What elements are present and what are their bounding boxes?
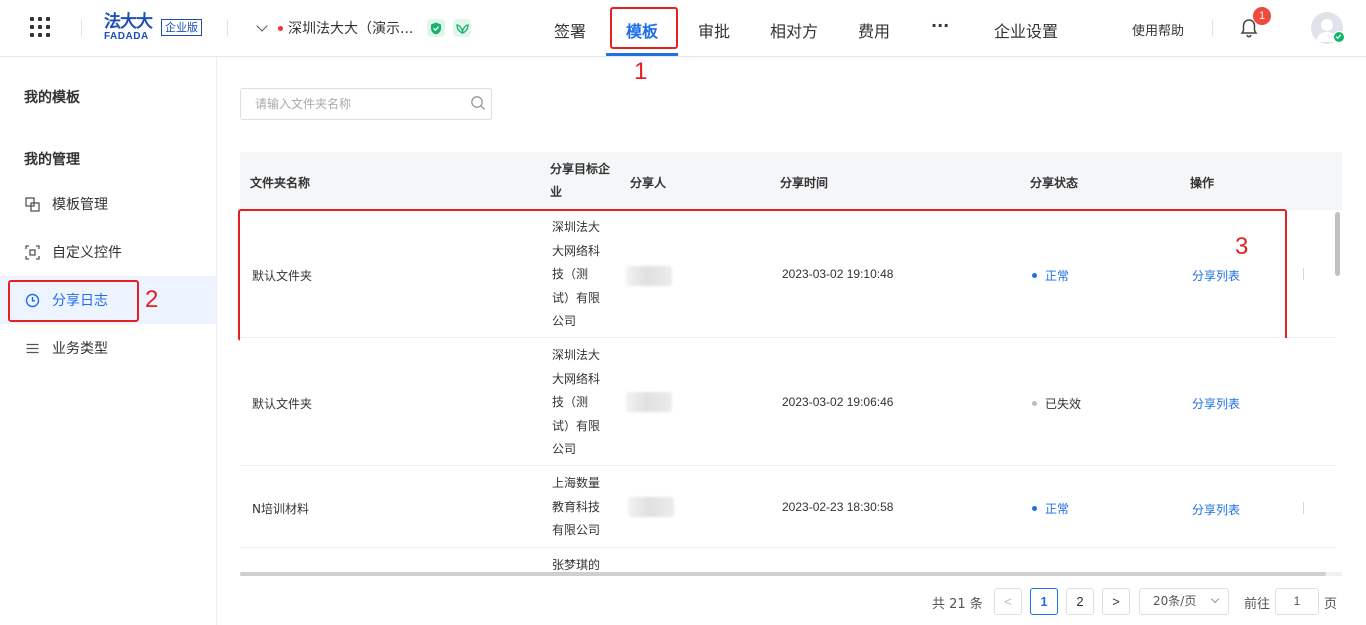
folder-name: 默认文件夹 — [252, 397, 313, 411]
share-time: 2023-02-23 18:30:58 — [782, 500, 894, 514]
target-company: 上海数量教育科技有限公司 — [552, 476, 601, 537]
search-icon[interactable] — [470, 95, 486, 115]
custom-control-icon — [24, 244, 40, 260]
folder-name: N培训材料 — [252, 502, 309, 516]
target-company: 张梦琪的 — [552, 558, 601, 572]
annotation-box-1 — [610, 7, 678, 49]
nav-enterprise-settings[interactable]: 企业设置 — [994, 18, 1058, 42]
nav-approval[interactable]: 审批 — [698, 18, 730, 42]
share-list-link[interactable]: 分享列表 — [1192, 501, 1240, 518]
table-row: N培训材料 上海数量教育科技有限公司 2023-02-23 18:30:58 正… — [240, 466, 1336, 548]
sharer-avatar-blurred — [626, 392, 672, 412]
list-icon — [24, 340, 40, 356]
prev-page-button[interactable]: < — [994, 588, 1022, 615]
logo: 法大大 FADADA — [104, 12, 153, 43]
column-header-target: 分享目标企业 — [550, 162, 611, 199]
horizontal-scrollbar[interactable] — [240, 572, 1326, 576]
chevron-down-icon — [1210, 594, 1220, 604]
nav-counterparty[interactable]: 相对方 — [770, 18, 818, 42]
status-dot — [1032, 401, 1037, 406]
table-row: 张梦琪的 — [240, 548, 1336, 572]
company-switcher[interactable]: 深圳法大大（演示... — [256, 18, 472, 38]
share-list-link[interactable]: 分享列表 — [1192, 395, 1240, 412]
status-dot — [1032, 506, 1037, 511]
column-header-action: 操作 — [1190, 176, 1215, 190]
column-header-folder: 文件夹名称 — [250, 176, 311, 190]
goto-label: 前往 — [1244, 596, 1271, 612]
target-company: 深圳法大大网络科技（测试）有限公司 — [552, 348, 601, 456]
column-header-time: 分享时间 — [780, 176, 829, 190]
pagination-total: 共 21 条 — [932, 596, 983, 612]
nav-more[interactable]: ··· — [931, 16, 949, 35]
sidebar-item-business-types[interactable]: 业务类型 — [0, 324, 216, 372]
annotation-box-3 — [238, 209, 1287, 341]
status-text: 正常 — [1045, 502, 1070, 516]
status-badge: 正常 — [1032, 500, 1069, 517]
annotation-box-2 — [8, 280, 139, 322]
verified-check-icon — [1333, 31, 1345, 43]
sidebar-item-custom-controls[interactable]: 自定义控件 — [0, 228, 216, 276]
annotation-number-2: 2 — [145, 286, 159, 313]
search-input[interactable] — [240, 88, 492, 120]
vertical-scrollbar[interactable] — [1335, 212, 1340, 276]
status-text: 已失效 — [1045, 397, 1082, 411]
divider — [1303, 268, 1304, 280]
status-badge: 已失效 — [1032, 395, 1081, 412]
chevron-down-icon — [256, 20, 268, 32]
divider — [81, 20, 82, 36]
company-name: 深圳法大大（演示... — [288, 21, 414, 37]
sidebar-item-label: 模板管理 — [52, 197, 108, 213]
page-size-value: 20条/页 — [1153, 594, 1197, 608]
share-time: 2023-03-02 19:06:46 — [782, 395, 894, 409]
sidebar-item-label: 自定义控件 — [52, 245, 122, 261]
page-2-button[interactable]: 2 — [1066, 588, 1094, 615]
divider — [1303, 502, 1304, 514]
edition-badge: 企业版 — [161, 19, 202, 36]
next-page-button[interactable]: > — [1102, 588, 1130, 615]
nav-sign[interactable]: 签署 — [554, 18, 586, 42]
sidebar-heading-my-management: 我的管理 — [24, 152, 80, 168]
goto-page-input[interactable]: 1 — [1275, 588, 1319, 615]
sharer-avatar-blurred — [628, 497, 674, 517]
notification-badge: 1 — [1253, 7, 1271, 25]
table-row: 默认文件夹 深圳法大大网络科技（测试）有限公司 2023-03-02 19:06… — [240, 338, 1336, 466]
table-header: 文件夹名称 分享目标企业 分享人 分享时间 分享状态 操作 — [240, 152, 1342, 210]
page-size-select[interactable]: 20条/页 — [1139, 588, 1229, 615]
template-icon — [24, 196, 40, 212]
divider — [227, 20, 228, 36]
annotation-number-1: 1 — [634, 58, 648, 85]
leaf-icon — [453, 19, 472, 37]
sidebar-item-template-management[interactable]: 模板管理 — [0, 180, 216, 228]
status-dot — [278, 25, 283, 31]
sidebar: 我的模板 我的管理 模板管理 自定义控件 分享日志 业务类型 — [0, 57, 217, 625]
active-tab-indicator — [606, 53, 678, 56]
column-header-status: 分享状态 — [1030, 176, 1079, 190]
divider — [1212, 20, 1213, 36]
help-link[interactable]: 使用帮助 — [1132, 20, 1184, 39]
page-1-button[interactable]: 1 — [1030, 588, 1058, 615]
goto-suffix: 页 — [1324, 596, 1338, 612]
app-grid-icon[interactable] — [30, 17, 50, 37]
annotation-number-3: 3 — [1235, 233, 1249, 260]
sidebar-item-label: 业务类型 — [52, 341, 108, 357]
nav-fees[interactable]: 费用 — [858, 18, 890, 42]
column-header-sharer: 分享人 — [630, 176, 667, 190]
sidebar-heading-my-templates[interactable]: 我的模板 — [24, 87, 80, 107]
top-bar: 法大大 FADADA 企业版 深圳法大大（演示... 签署 模板 审批 相对方 … — [0, 0, 1366, 57]
verified-shield-icon — [427, 19, 446, 37]
